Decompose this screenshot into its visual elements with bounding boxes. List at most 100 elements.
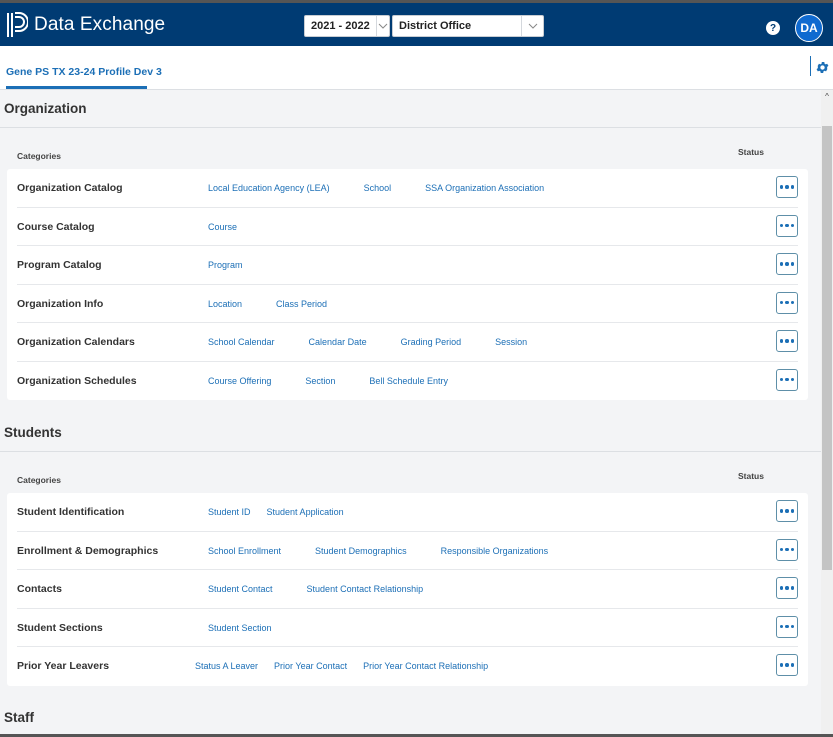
category-label: Student Identification [17,506,125,518]
ellipsis-icon [779,663,784,667]
category-label: Prior Year Leavers [17,660,110,672]
chevron-down-icon[interactable] [521,16,543,36]
table-row: Course Catalog Course [17,208,798,246]
category-label: Organization Calendars [17,336,135,348]
tab-bar: Gene PS TX 23-24 Profile Dev 3 [0,46,833,90]
powerschool-logo-icon [7,11,28,37]
more-options-button[interactable] [776,654,798,676]
year-select[interactable]: 2021 - 2022 [304,15,390,37]
section-title-organization: Organization [4,101,87,116]
link-course-offering[interactable]: Course Offering [208,376,271,386]
category-label: Organization Info [17,297,104,310]
link-program[interactable]: Program [208,260,243,270]
link-prior-year-contact-relationship[interactable]: Prior Year Contact Relationship [363,661,488,671]
link-student-section[interactable]: Student Section [208,623,272,633]
ellipsis-icon [779,185,784,189]
link-student-contact-relationship[interactable]: Student Contact Relationship [307,584,424,594]
category-label: Organization Catalog [17,182,123,194]
divider [810,56,811,76]
link-grading-period[interactable]: Grading Period [401,337,462,347]
app-title: Data Exchange [34,13,166,35]
link-status-a-leaver[interactable]: Status A Leaver [195,661,258,671]
ellipsis-icon [779,547,784,552]
link-section[interactable]: Section [305,376,335,386]
table-row: Student Sections Student Section [17,609,798,647]
active-tab-indicator [6,86,147,89]
students-card: Student Identification Student ID Studen… [7,493,808,686]
table-row: Student Identification Student ID Studen… [17,493,798,532]
school-select-value: District Office [399,20,472,32]
link-lea[interactable]: Local Education Agency (LEA) [208,183,330,193]
category-label: Contacts [17,583,62,595]
ellipsis-icon [779,300,784,305]
logo[interactable]: Data Exchange [6,11,165,39]
more-options-button[interactable] [776,615,798,638]
table-row: Organization Info Location Class Period [17,285,798,323]
help-icon[interactable]: ? [766,21,780,35]
link-calendar-date[interactable]: Calendar Date [309,337,367,347]
category-label: Course Catalog [17,220,95,233]
status-header: Status [738,147,764,157]
table-row: Prior Year Leavers Status A Leaver Prior… [17,647,798,686]
more-options-button[interactable] [776,577,798,599]
category-label: Enrollment & Demographics [17,544,159,557]
categories-header: Categories [17,151,61,161]
divider [0,451,821,452]
more-options-button[interactable] [776,291,798,314]
link-location[interactable]: Location [208,299,242,309]
chevron-down-icon[interactable] [375,16,389,36]
ellipsis-icon [779,509,784,513]
ellipsis-icon [779,377,784,382]
gear-icon[interactable] [815,60,830,75]
more-options-button[interactable] [776,330,798,352]
table-row: Organization Catalog Local Education Age… [17,169,798,208]
scrollbar-thumb[interactable] [822,126,832,570]
link-student-application[interactable]: Student Application [267,507,344,517]
link-responsible-organizations[interactable]: Responsible Organizations [441,546,549,556]
link-session[interactable]: Session [495,337,527,347]
ellipsis-icon [779,339,784,343]
divider [0,127,821,128]
table-row: Organization Schedules Course Offering S… [17,362,798,401]
link-class-period[interactable]: Class Period [276,299,327,309]
category-label: Program Catalog [17,259,102,271]
table-row: Program Catalog Program [17,246,798,285]
section-title-staff: Staff [4,710,34,725]
more-options-button[interactable] [776,214,798,237]
more-options-button[interactable] [776,253,798,275]
categories-header: Categories [17,475,61,485]
app-header: Data Exchange 2021 - 2022 District Offic… [0,0,833,46]
link-prior-year-contact[interactable]: Prior Year Contact [274,661,347,671]
link-student-demographics[interactable]: Student Demographics [315,546,407,556]
category-label: Student Sections [17,621,103,634]
organization-card: Organization Catalog Local Education Age… [7,169,808,400]
category-label: Organization Schedules [17,374,137,387]
year-select-value: 2021 - 2022 [311,20,370,32]
table-row: Organization Calendars School Calendar C… [17,323,798,362]
status-header: Status [738,471,764,481]
school-select[interactable]: District Office [392,15,544,37]
more-options-button[interactable] [776,500,798,522]
link-student-id[interactable]: Student ID [208,507,251,517]
tab-profile[interactable]: Gene PS TX 23-24 Profile Dev 3 [6,66,162,78]
table-row: Enrollment & Demographics School Enrollm… [17,532,798,570]
vertical-scrollbar[interactable]: ^ [821,90,833,737]
ellipsis-icon [779,624,784,629]
link-course[interactable]: Course [208,222,237,232]
more-options-button[interactable] [776,538,798,561]
ellipsis-icon [779,262,784,266]
table-row: Contacts Student Contact Student Contact… [17,570,798,609]
user-avatar[interactable]: DA [795,14,823,42]
link-ssa-organization-association[interactable]: SSA Organization Association [425,183,544,193]
ellipsis-icon [779,586,784,590]
scroll-up-arrow-icon[interactable]: ^ [821,90,833,102]
link-school-enrollment[interactable]: School Enrollment [208,546,281,556]
more-options-button[interactable] [776,368,798,391]
more-options-button[interactable] [776,176,798,198]
link-student-contact[interactable]: Student Contact [208,584,273,594]
link-bell-schedule-entry[interactable]: Bell Schedule Entry [369,376,448,386]
link-school[interactable]: School [364,183,392,193]
section-title-students: Students [4,425,62,440]
link-school-calendar[interactable]: School Calendar [208,337,275,347]
ellipsis-icon [779,223,784,228]
